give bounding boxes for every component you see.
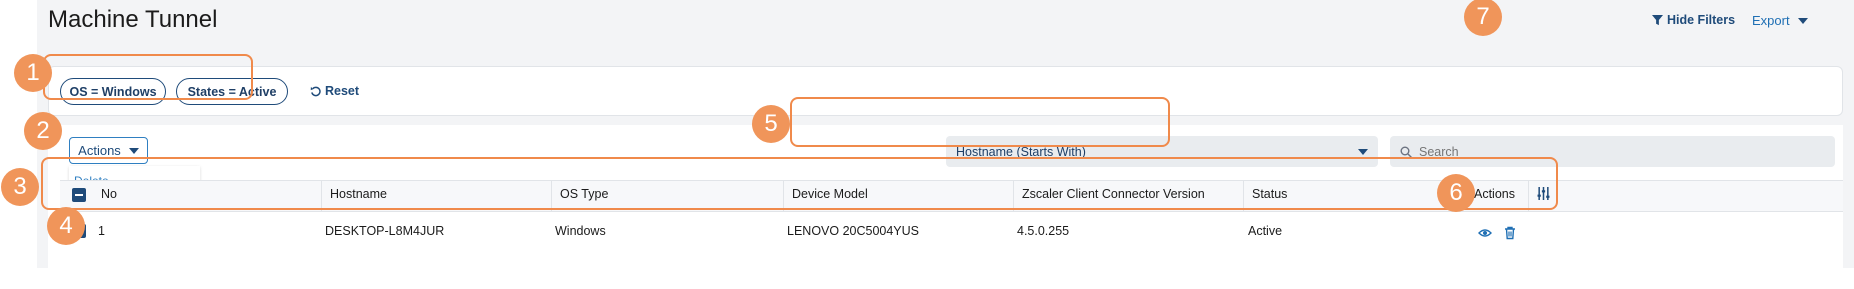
actions-label: Actions	[78, 143, 121, 158]
hide-filters-label: Hide Filters	[1667, 13, 1736, 27]
delete-icon[interactable]	[1503, 226, 1517, 240]
cell-device-model: LENOVO 20C5004YUS	[787, 224, 920, 238]
view-icon[interactable]	[1478, 226, 1492, 240]
annotation-badge-3: 3	[1, 168, 39, 206]
cell-no: 1	[98, 224, 105, 238]
annotation-badge-4: 4	[47, 207, 85, 245]
reset-label: Reset	[325, 84, 360, 98]
annotation-box-filters	[43, 54, 253, 100]
screen: Machine Tunnel Hide Filters Export OS = …	[0, 0, 1854, 289]
hide-filters-button[interactable]: Hide Filters	[1652, 13, 1735, 27]
annotation-badge-2: 2	[24, 112, 62, 150]
page-title: Machine Tunnel	[48, 6, 218, 33]
reset-icon	[310, 86, 321, 96]
chevron-down-icon	[128, 147, 139, 154]
chevron-down-icon	[1797, 17, 1808, 24]
annotation-box-table	[41, 157, 1558, 210]
reset-button[interactable]: Reset	[310, 84, 359, 98]
cell-version: 4.5.0.255	[1017, 224, 1070, 238]
annotation-badge-6: 6	[1437, 174, 1475, 212]
annotation-box-search-field	[790, 97, 1170, 147]
export-button[interactable]: Export	[1752, 13, 1808, 28]
cell-hostname: DESKTOP-L8M4JUR	[325, 224, 445, 238]
cell-status: Active	[1248, 224, 1283, 238]
chevron-down-icon	[1358, 149, 1368, 155]
annotation-badge-1: 1	[14, 54, 52, 92]
annotation-badge-5: 5	[752, 105, 790, 143]
cell-os-type: Windows	[555, 224, 606, 238]
export-label: Export	[1752, 13, 1790, 28]
funnel-icon	[1652, 14, 1663, 25]
